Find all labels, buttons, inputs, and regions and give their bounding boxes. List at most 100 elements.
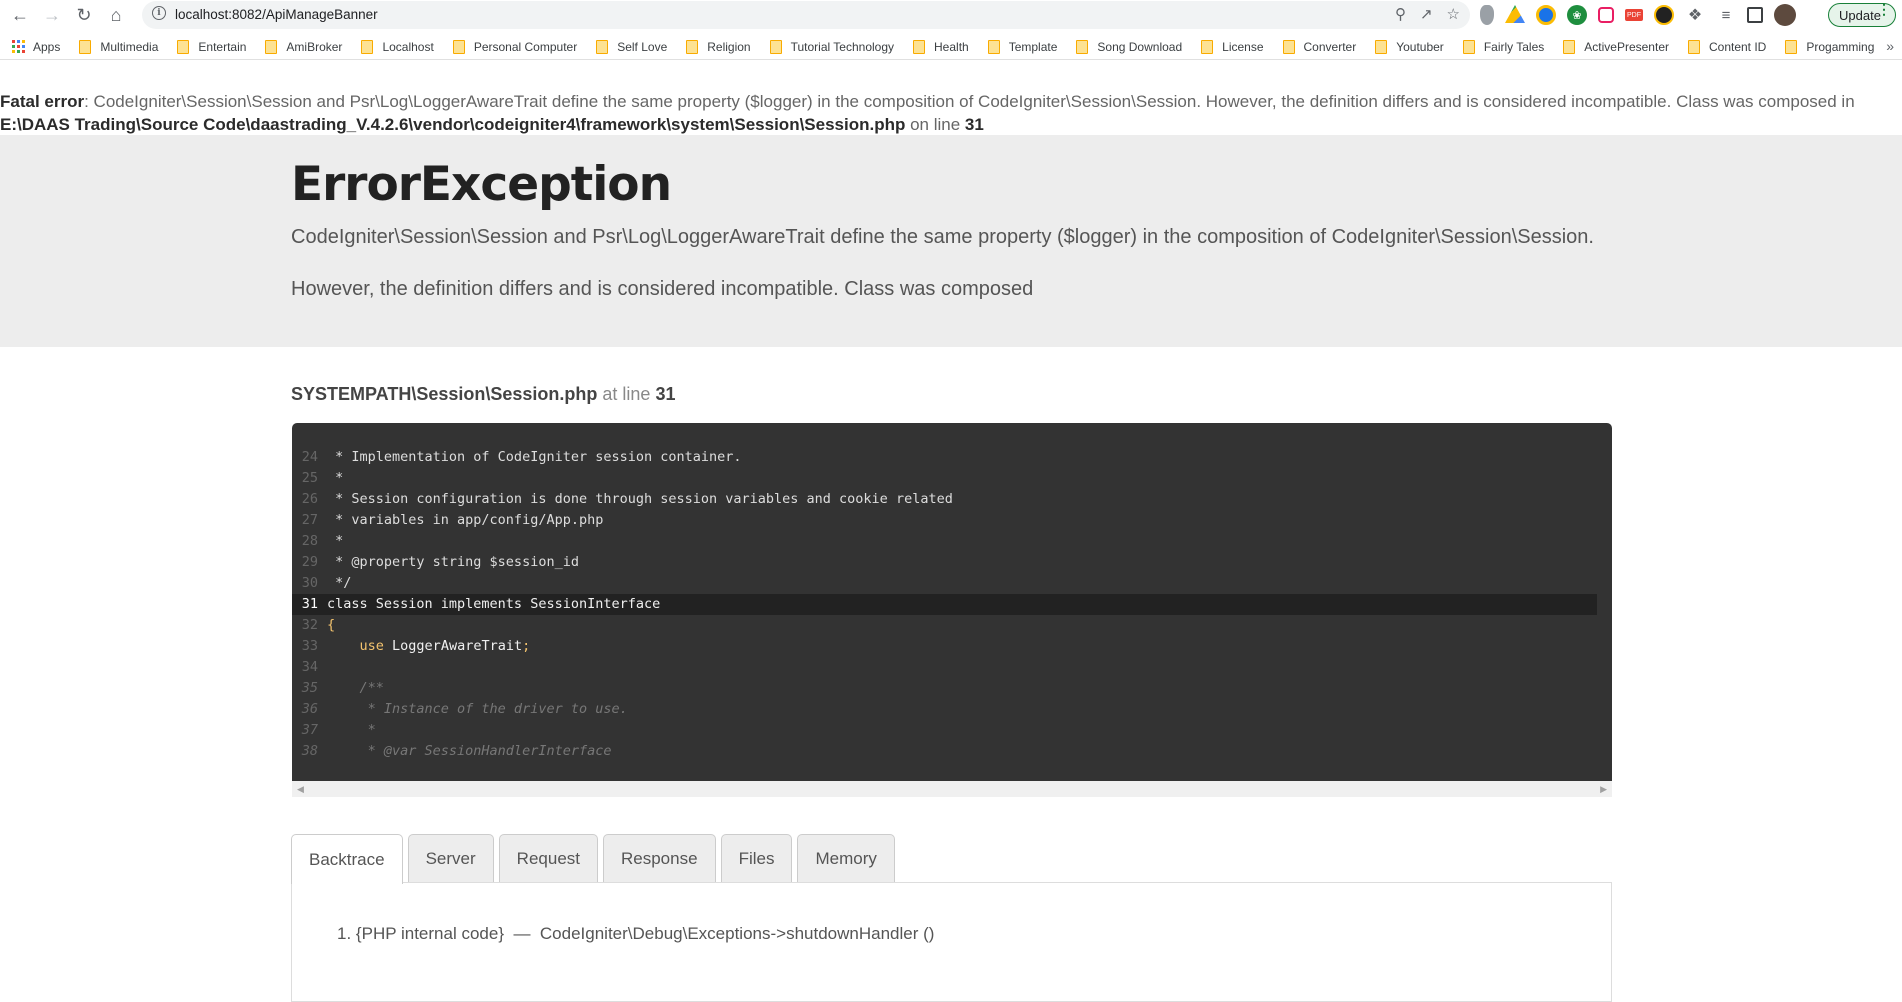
line-code: * — [327, 722, 376, 738]
bookmark-folder[interactable]: Song Download — [1076, 39, 1183, 54]
line-number: 34 — [301, 659, 318, 675]
scroll-right-icon[interactable]: ▶ — [1600, 784, 1607, 795]
folder-icon — [1076, 39, 1089, 54]
line-code: * @var SessionHandlerInterface — [327, 743, 612, 759]
scroll-left-icon[interactable]: ◀ — [297, 784, 304, 795]
home-icon: ⌂ — [110, 4, 122, 25]
bookmark-label: Self Love — [617, 39, 668, 54]
url-text[interactable]: localhost:8082/ApiManageBanner — [175, 7, 378, 22]
pdf-extension-icon[interactable]: PDF — [1625, 9, 1643, 21]
bookmark-folder[interactable]: Content ID — [1687, 39, 1766, 54]
bookmark-folder[interactable]: Religion — [686, 39, 751, 54]
bookmark-folder[interactable]: Tutorial Technology — [769, 39, 895, 54]
back-button[interactable]: ← — [8, 4, 32, 26]
bookmark-folder[interactable]: Multimedia — [79, 39, 159, 54]
bookmark-star-icon[interactable]: ☆ — [1447, 5, 1460, 23]
bookmark-label: Tutorial Technology — [790, 39, 895, 54]
folder-icon — [596, 39, 609, 54]
share-icon[interactable]: ↗ — [1420, 5, 1433, 23]
tab-memory[interactable]: Memory — [797, 834, 895, 883]
bookmark-label: Progamming — [1806, 39, 1875, 54]
site-info-icon[interactable]: i — [152, 6, 166, 20]
bookmark-label: Multimedia — [100, 39, 159, 54]
line-number: 32 — [301, 617, 318, 633]
menu-dots-icon[interactable]: ⋮ — [1877, 2, 1891, 16]
reload-button[interactable]: ↻ — [72, 4, 96, 26]
bookmark-folder[interactable]: Personal Computer — [452, 39, 577, 54]
google-drive-icon[interactable] — [1505, 5, 1525, 23]
folder-icon — [769, 39, 782, 54]
folder-icon — [1201, 39, 1214, 54]
fatal-error-line: 31 — [964, 115, 984, 134]
side-panel-icon[interactable] — [1747, 7, 1763, 23]
media-control-icon[interactable]: ≡ — [1716, 5, 1736, 25]
code-line: 30 */ — [292, 573, 1597, 594]
code-line: 33 use LoggerAwareTrait; — [292, 636, 1597, 657]
tab-files[interactable]: Files — [720, 834, 793, 883]
apps-grid-icon — [12, 40, 25, 53]
tab-backtrace[interactable]: Backtrace — [291, 834, 403, 884]
line-code: * — [327, 533, 344, 549]
more-bookmarks-icon[interactable]: » — [1886, 38, 1894, 54]
line-code: { — [327, 617, 336, 633]
folder-icon — [1563, 39, 1576, 54]
bookmark-folder[interactable]: Progamming — [1785, 39, 1875, 54]
bookmark-folder[interactable]: AmiBroker — [265, 39, 342, 54]
bookmark-folder[interactable]: License — [1201, 39, 1264, 54]
line-number: 33 — [301, 638, 318, 654]
leaf-extension-icon[interactable]: ❀ — [1567, 5, 1587, 25]
compass-extension-icon[interactable] — [1536, 5, 1556, 25]
bookmark-folder[interactable]: Self Love — [596, 39, 668, 54]
bookmark-folder[interactable]: Youtuber — [1375, 39, 1444, 54]
line-code: * Session configuration is done through … — [327, 491, 953, 507]
source-code-block: 24 * Implementation of CodeIgniter sessi… — [292, 423, 1612, 781]
zoom-icon[interactable]: ⚲ — [1395, 5, 1406, 23]
bookmark-label: Song Download — [1097, 39, 1183, 54]
fatal-error-path: E:\DAAS Trading\Source Code\daastrading_… — [0, 115, 906, 134]
video-extension-icon[interactable] — [1598, 7, 1614, 23]
line-code: * @property string $session_id — [327, 554, 579, 570]
code-line: 38 * @var SessionHandlerInterface — [292, 741, 1597, 762]
bookmark-folder[interactable]: Health — [913, 39, 969, 54]
fatal-error-text: : CodeIgniter\Session\Session and Psr\Lo… — [84, 92, 1855, 111]
source-file-path: SYSTEMPATH\Session\Session.php — [291, 384, 598, 404]
folder-icon — [452, 39, 465, 54]
code-line: 27 * variables in app/config/App.php — [292, 510, 1597, 531]
address-bar[interactable]: i localhost:8082/ApiManageBanner ⚲ ↗ ☆ — [142, 1, 1470, 29]
tab-server[interactable]: Server — [407, 834, 494, 883]
tab-response[interactable]: Response — [603, 834, 716, 883]
kayak-extension-icon[interactable] — [1654, 5, 1674, 25]
tab-request[interactable]: Request — [498, 834, 598, 883]
code-line: 26 * Session configuration is done throu… — [292, 489, 1597, 510]
line-number: 28 — [301, 533, 318, 549]
update-button[interactable]: Update ⋮ — [1828, 2, 1896, 27]
line-code: * — [327, 470, 344, 486]
line-code: * variables in app/config/App.php — [327, 512, 604, 528]
backtrace-panel: 1. {PHP internal code} — CodeIgniter\Deb… — [291, 882, 1612, 1002]
bookmark-apps[interactable]: Apps — [12, 40, 60, 54]
bookmark-label: ActivePresenter — [1584, 39, 1669, 54]
horizontal-scrollbar[interactable]: ◀ ▶ — [292, 781, 1612, 797]
line-number: 35 — [301, 680, 318, 696]
shield-extension-icon[interactable] — [1480, 5, 1494, 25]
home-button[interactable]: ⌂ — [104, 4, 128, 26]
extensions-area: ❀ PDF ❖ ≡ — [1480, 4, 1796, 26]
reload-icon: ↻ — [76, 4, 92, 25]
puzzle-extensions-icon[interactable]: ❖ — [1685, 5, 1705, 25]
line-number: 31 — [301, 596, 318, 612]
code-line: 35 /** — [292, 678, 1597, 699]
bookmark-folder[interactable]: Entertain — [177, 39, 246, 54]
profile-avatar[interactable] — [1774, 4, 1796, 26]
bookmark-folder[interactable]: ActivePresenter — [1563, 39, 1669, 54]
bookmark-folder[interactable]: Template — [987, 39, 1057, 54]
fatal-error-label: Fatal error — [0, 92, 85, 111]
folder-icon — [265, 39, 278, 54]
folder-icon — [177, 39, 190, 54]
bookmark-folder[interactable]: Converter — [1282, 39, 1356, 54]
forward-button[interactable]: → — [40, 4, 64, 26]
bookmark-folder[interactable]: Localhost — [361, 39, 434, 54]
bookmark-folder[interactable]: Fairly Tales — [1462, 39, 1544, 54]
line-number: 29 — [301, 554, 318, 570]
line-code: use LoggerAwareTrait; — [359, 638, 531, 654]
folder-icon — [987, 39, 1000, 54]
